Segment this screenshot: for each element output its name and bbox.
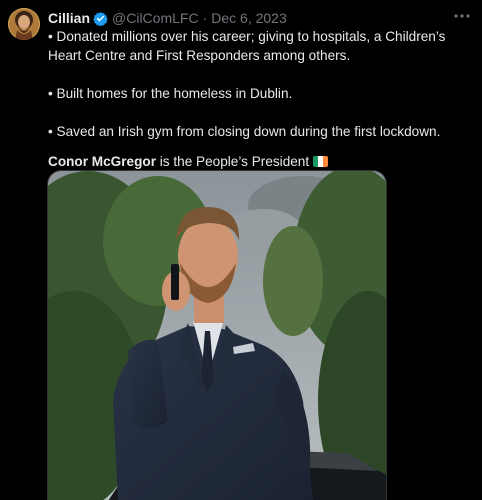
tweet-line-gym: • Saved an Irish gym from closing down d… — [48, 124, 441, 139]
tweet-photo[interactable] — [47, 170, 387, 500]
more-options-icon[interactable] — [452, 8, 472, 24]
tweet-line-closing: Conor McGregor is the People’s President — [48, 152, 474, 171]
avatar[interactable] — [8, 8, 40, 40]
tweet-line-donations: • Donated millions over his career; givi… — [48, 29, 446, 63]
user-handle[interactable]: @CilComLFC — [112, 10, 199, 26]
tweet-text: • Donated millions over his career; givi… — [48, 27, 474, 171]
ireland-flag-emoji — [313, 156, 329, 167]
display-name[interactable]: Cillian — [48, 10, 90, 26]
verified-badge-icon — [93, 11, 108, 26]
tweet-header: Cillian @CilComLFC · Dec 6, 2023 — [48, 8, 287, 28]
tweet-line-homes: • Built homes for the homeless in Dublin… — [48, 86, 293, 101]
closing-rest: is the People’s President — [156, 154, 310, 169]
tweet-date[interactable]: Dec 6, 2023 — [211, 10, 287, 26]
tweet[interactable]: Cillian @CilComLFC · Dec 6, 2023 • Donat… — [0, 0, 482, 500]
header-separator: · — [202, 10, 208, 26]
closing-bold-name: Conor McGregor — [48, 154, 156, 169]
